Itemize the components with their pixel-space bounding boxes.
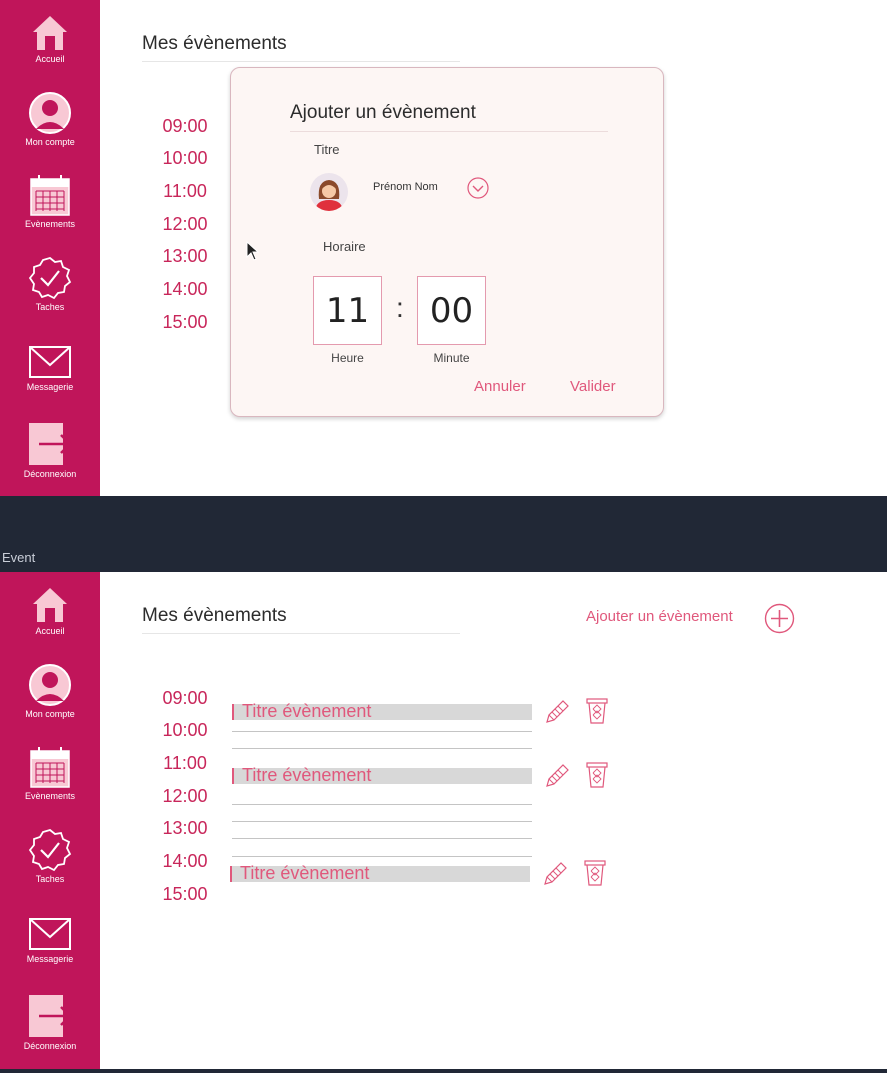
user-icon: [29, 664, 71, 706]
person-avatar-icon: [315, 180, 343, 211]
cancel-button[interactable]: Annuler: [474, 378, 526, 395]
sidebar-item-taches[interactable]: Taches: [0, 256, 100, 312]
edit-pencil-icon[interactable]: [542, 859, 568, 887]
sidebar-item-evenements[interactable]: Evènements: [0, 173, 100, 229]
event-item[interactable]: Titre évènement: [232, 765, 532, 785]
sidebar-item-deconnexion[interactable]: Déconnexion: [0, 993, 100, 1051]
page-title: Mes évènements: [142, 605, 287, 626]
sidebar-item-accueil[interactable]: Accueil: [0, 586, 100, 636]
chevron-down-icon: [467, 177, 489, 199]
time-label: 15:00: [162, 312, 208, 332]
person-dropdown-button[interactable]: [467, 177, 489, 199]
confirm-button[interactable]: Valider: [570, 378, 616, 395]
check-badge-icon: [28, 257, 72, 300]
sidebar-item-mon-compte[interactable]: Mon compte: [0, 663, 100, 719]
avatar: [310, 173, 348, 211]
sidebar-item-label: Accueil: [35, 626, 65, 636]
add-event-link[interactable]: Ajouter un évènement: [586, 608, 733, 625]
calendar-icon: [30, 175, 70, 216]
user-icon: [29, 92, 71, 134]
edit-pencil-icon[interactable]: [544, 761, 570, 789]
sidebar-item-evenements[interactable]: Evènements: [0, 745, 100, 801]
sidebar-item-taches[interactable]: Taches: [0, 828, 100, 884]
logout-icon: [29, 995, 72, 1037]
calendar-icon: [30, 747, 70, 788]
event-item[interactable]: Titre évènement: [232, 701, 532, 721]
sidebar-item-mon-compte[interactable]: Mon compte: [0, 91, 100, 147]
sidebar-item-label: Evènements: [24, 791, 76, 801]
time-label: 13:00: [162, 818, 208, 838]
hour-divider: [232, 748, 532, 749]
divider: [142, 633, 460, 634]
minute-label: Minute: [433, 351, 470, 365]
screen-add-event: Accueil Mon compte Evènements Taches Mes…: [0, 0, 887, 496]
sidebar-item-label: Mon compte: [25, 137, 75, 147]
event-title: Titre évènement: [242, 701, 372, 721]
sidebar-item-messagerie[interactable]: Messagerie: [0, 916, 100, 964]
divider: [290, 131, 608, 132]
hour-input[interactable]: 11: [313, 276, 382, 345]
time-label: 14:00: [162, 279, 208, 299]
time-label: 12:00: [162, 214, 208, 234]
sidebar-item-accueil[interactable]: Accueil: [0, 14, 100, 64]
hour-divider: [232, 821, 532, 822]
trash-icon[interactable]: [584, 697, 610, 725]
divider: [142, 61, 460, 62]
add-event-dialog: Ajouter un évènement Titre Prénom Nom Ho…: [230, 67, 664, 417]
sidebar: Accueil Mon compte Evènements Taches Mes…: [0, 572, 100, 1069]
sidebar-item-label: Mon compte: [25, 709, 75, 719]
trash-icon[interactable]: [582, 859, 608, 887]
event-title: Titre évènement: [240, 863, 370, 883]
sidebar-item-messagerie[interactable]: Messagerie: [0, 344, 100, 392]
mouse-cursor-icon: [246, 241, 260, 261]
time-label: 11:00: [163, 753, 207, 773]
sidebar-item-label: Déconnexion: [23, 1041, 77, 1051]
horaire-label: Horaire: [323, 239, 366, 254]
time-label: 11:00: [163, 181, 207, 201]
mail-icon: [29, 346, 71, 378]
trash-icon[interactable]: [584, 761, 610, 789]
time-label: 10:00: [162, 720, 208, 740]
hour-divider: [232, 838, 532, 839]
hour-label: Heure: [331, 351, 364, 365]
home-icon: [33, 16, 67, 50]
mail-icon: [29, 918, 71, 950]
hour-divider: [232, 804, 532, 805]
time-label: 12:00: [162, 786, 208, 806]
sidebar-item-label: Accueil: [35, 54, 65, 64]
event-item[interactable]: Titre évènement: [230, 863, 530, 883]
sidebar-item-label: Evènements: [24, 219, 76, 229]
home-icon: [33, 588, 67, 622]
sidebar: Accueil Mon compte Evènements Taches Mes…: [0, 0, 100, 496]
sidebar-item-label: Taches: [35, 874, 65, 884]
edit-pencil-icon[interactable]: [544, 697, 570, 725]
event-title: Titre évènement: [242, 765, 372, 785]
time-label: 09:00: [162, 116, 208, 136]
time-separator: :: [396, 292, 404, 323]
frame-label: Event: [2, 550, 36, 565]
minute-input[interactable]: 00: [417, 276, 486, 345]
add-event-button[interactable]: [764, 603, 795, 634]
time-label: 15:00: [162, 884, 208, 904]
time-label: 10:00: [162, 148, 208, 168]
hour-divider: [232, 731, 532, 732]
time-label: 09:00: [162, 688, 208, 708]
sidebar-item-label: Déconnexion: [23, 469, 77, 479]
hour-divider: [232, 856, 532, 857]
page-title: Mes évènements: [142, 33, 287, 54]
sidebar-item-deconnexion[interactable]: Déconnexion: [0, 421, 100, 479]
dialog-title: Ajouter un évènement: [290, 102, 476, 123]
person-name: Prénom Nom: [373, 181, 438, 193]
sidebar-item-label: Messagerie: [26, 382, 74, 392]
check-badge-icon: [28, 829, 72, 872]
titre-label: Titre: [314, 142, 340, 157]
sidebar-item-label: Messagerie: [26, 954, 74, 964]
sidebar-item-label: Taches: [35, 302, 65, 312]
time-label: 13:00: [162, 246, 208, 266]
time-label: 14:00: [162, 851, 208, 871]
logout-icon: [29, 423, 72, 465]
